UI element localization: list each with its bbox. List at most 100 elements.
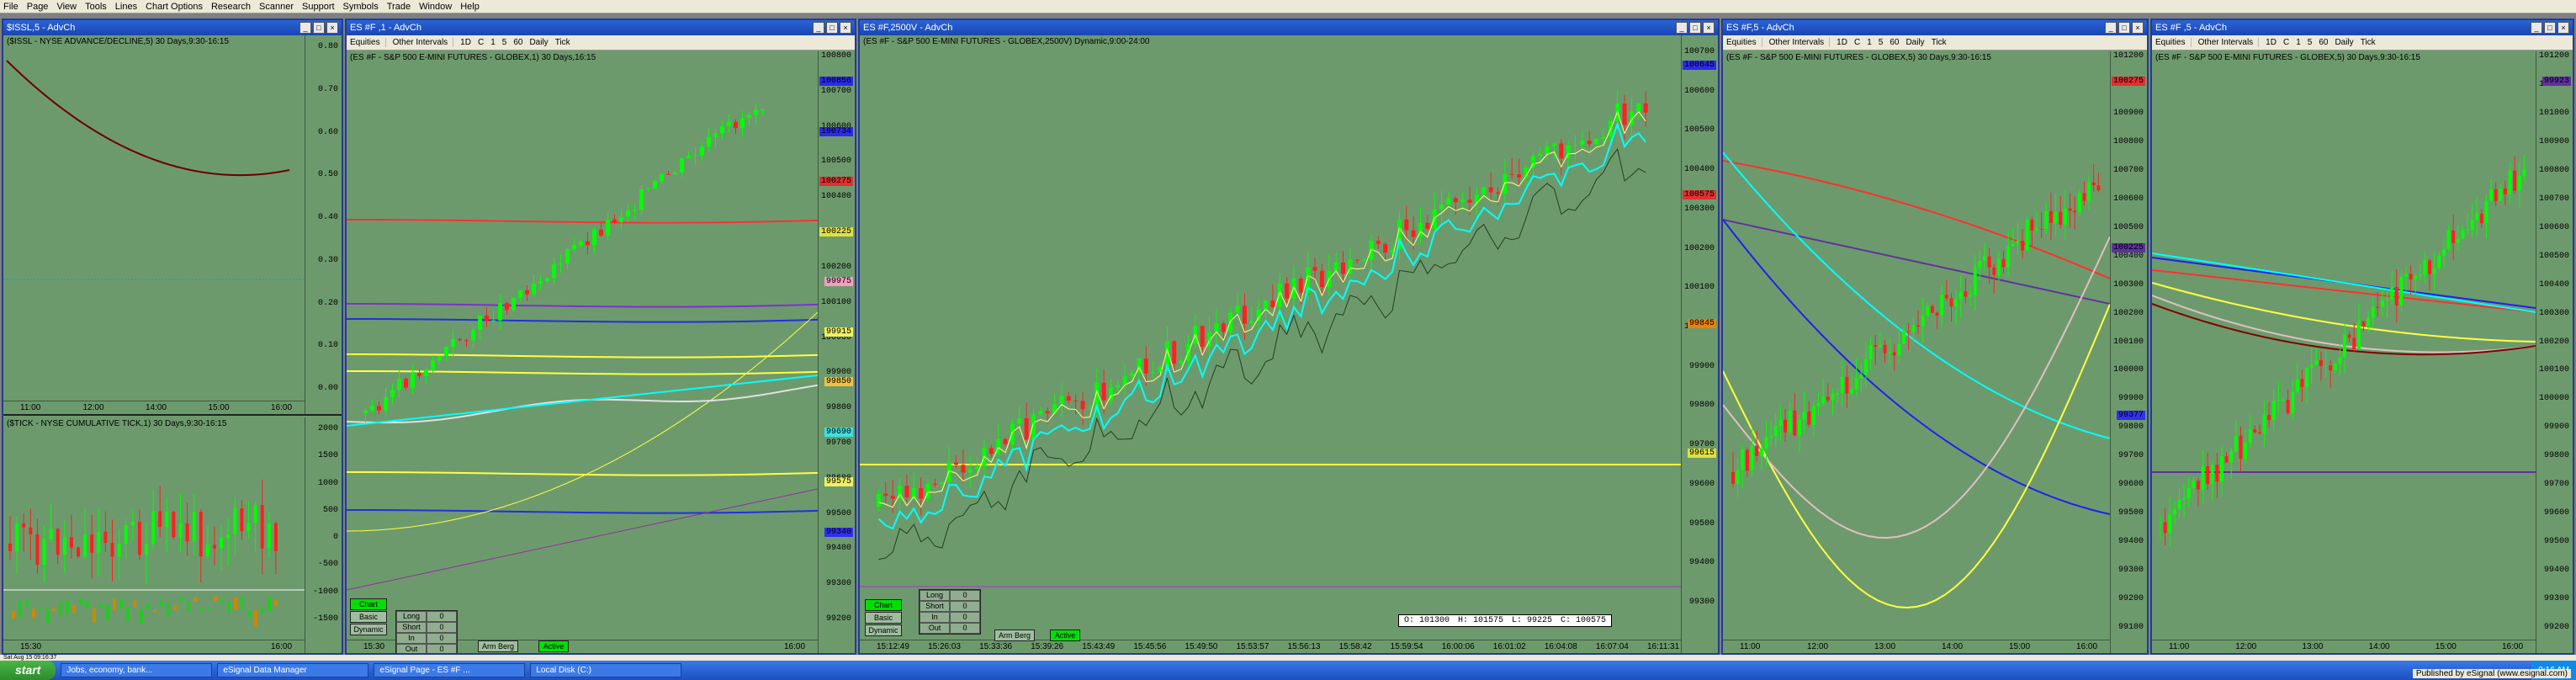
menu-item-trade[interactable]: Trade xyxy=(387,2,411,12)
candle-body xyxy=(946,462,951,483)
maximize-icon[interactable]: □ xyxy=(313,22,325,34)
window-title-bar[interactable]: ES #F ,1 - AdvCh _ □ × xyxy=(347,20,855,35)
interval-tick[interactable]: Tick xyxy=(1932,38,1947,47)
close-icon[interactable]: × xyxy=(326,22,338,34)
interval-60[interactable]: 60 xyxy=(513,38,522,47)
candle-body xyxy=(2513,170,2517,191)
interval-daily[interactable]: Daily xyxy=(2335,38,2353,47)
arm-berg-button[interactable]: Arm Berg xyxy=(994,630,1035,641)
menu-item-help[interactable]: Help xyxy=(460,2,480,12)
candle-body xyxy=(2077,193,2081,213)
equities-dropdown[interactable]: Equities xyxy=(2155,38,2192,47)
dynamic-button[interactable]: Dynamic xyxy=(350,624,387,635)
menu-item-chart-options[interactable]: Chart Options xyxy=(146,2,203,12)
menu-item-window[interactable]: Window xyxy=(419,2,452,12)
interval-1[interactable]: 1 xyxy=(2296,38,2301,47)
menu-item-support[interactable]: Support xyxy=(302,2,335,12)
scale-tick-label: 99300 xyxy=(2118,566,2144,576)
interval-5[interactable]: 5 xyxy=(1879,38,1884,47)
candle-body xyxy=(2423,260,2427,276)
window-title-bar[interactable]: $ISSL,5 - AdvCh _ □ × xyxy=(3,20,342,35)
scale-tick-label: 100000 xyxy=(2538,394,2569,404)
interval-1[interactable]: 1 xyxy=(1867,38,1872,47)
other-intervals-dropdown[interactable]: Other Intervals xyxy=(1769,38,1831,47)
candle-body xyxy=(518,290,522,298)
interval-tick[interactable]: Tick xyxy=(555,38,570,47)
equities-dropdown[interactable]: Equities xyxy=(1726,38,1762,47)
minimize-icon[interactable]: _ xyxy=(299,22,311,34)
candle-body xyxy=(639,189,644,210)
minimize-icon[interactable]: _ xyxy=(1676,22,1688,34)
menu-item-symbols[interactable]: Symbols xyxy=(343,2,379,12)
window-title-bar[interactable]: ES #F,2500V - AdvCh _ □ × xyxy=(860,20,1718,35)
menu-item-view[interactable]: View xyxy=(56,2,77,12)
taskbar-item-data-manager[interactable]: eSignal Data Manager xyxy=(217,663,369,677)
menu-item-page[interactable]: Page xyxy=(27,2,49,12)
interval-5[interactable]: 5 xyxy=(2308,38,2313,47)
maximize-icon[interactable]: □ xyxy=(1689,22,1701,34)
active-button[interactable]: Active xyxy=(1050,630,1080,641)
position-cell: 0 xyxy=(950,601,980,612)
menu-item-file[interactable]: File xyxy=(3,2,19,12)
menu-item-tools[interactable]: Tools xyxy=(85,2,107,12)
taskbar-item-local-disk[interactable]: Local Disk (C:) xyxy=(530,663,682,677)
scale-tick-label: 0.70 xyxy=(317,84,338,94)
interval-60[interactable]: 60 xyxy=(2319,38,2328,47)
chart-button[interactable]: Chart xyxy=(865,599,902,611)
menu-item-scanner[interactable]: Scanner xyxy=(259,2,294,12)
dynamic-button[interactable]: Dynamic xyxy=(865,624,902,636)
taskbar-item-browser[interactable]: Jobs, economy, bank... xyxy=(61,663,213,677)
maximize-icon[interactable]: □ xyxy=(2118,22,2130,34)
other-intervals-dropdown[interactable]: Other Intervals xyxy=(2198,38,2260,47)
interval-c[interactable]: C xyxy=(478,38,484,47)
minimize-icon[interactable]: _ xyxy=(2105,22,2117,34)
candle-body xyxy=(1354,259,1360,261)
trailing-stop-line xyxy=(878,148,1646,560)
minimize-icon[interactable]: _ xyxy=(813,22,824,34)
window-title-bar[interactable]: ES #F ,5 - AdvCh _ □ × xyxy=(2152,20,2573,35)
close-icon[interactable]: × xyxy=(2132,22,2144,34)
candle-body xyxy=(2503,188,2507,194)
candle-body xyxy=(1949,298,1953,307)
interval-1[interactable]: 1 xyxy=(490,38,496,47)
other-intervals-dropdown[interactable]: Other Intervals xyxy=(393,38,454,47)
interval-toolbar: Equities Other Intervals 1D C 1 5 60 Dai… xyxy=(1723,35,2147,50)
start-button[interactable]: start xyxy=(0,661,56,680)
active-button[interactable]: Active xyxy=(538,640,569,652)
candle-body xyxy=(2399,276,2404,305)
candle-body xyxy=(151,511,156,545)
menu-item-research[interactable]: Research xyxy=(211,2,251,12)
taskbar-item-esignal-page[interactable]: eSignal Page - ES #F ... xyxy=(374,663,526,677)
interval-1d[interactable]: 1D xyxy=(2266,38,2277,47)
equities-dropdown[interactable]: Equities xyxy=(350,38,386,47)
candle-body xyxy=(451,338,455,348)
close-icon[interactable]: × xyxy=(2557,22,2569,34)
chart-window-advance-decline: $ISSL,5 - AdvCh _ □ × ($ISSL - NYSE ADVA… xyxy=(2,19,343,655)
price-plot xyxy=(2152,154,2536,547)
window-title-bar[interactable]: ES #F,5 - AdvCh _ □ × xyxy=(1723,20,2147,35)
minimize-icon[interactable]: _ xyxy=(2531,22,2542,34)
interval-c[interactable]: C xyxy=(2283,38,2289,47)
candle-body xyxy=(2404,274,2408,277)
close-icon[interactable]: × xyxy=(1703,22,1715,34)
arm-berg-button[interactable]: Arm Berg xyxy=(478,640,518,652)
interval-tick[interactable]: Tick xyxy=(2361,38,2376,47)
menu-item-lines[interactable]: Lines xyxy=(115,2,137,12)
chart-button[interactable]: Chart xyxy=(350,598,387,610)
interval-5[interactable]: 5 xyxy=(502,38,507,47)
basic-button[interactable]: Basic xyxy=(865,612,902,624)
interval-c[interactable]: C xyxy=(1854,38,1860,47)
interval-1d[interactable]: 1D xyxy=(460,38,471,47)
interval-daily[interactable]: Daily xyxy=(529,38,548,47)
interval-1d[interactable]: 1D xyxy=(1837,38,1847,47)
candle-body xyxy=(633,210,637,211)
interval-60[interactable]: 60 xyxy=(1890,38,1899,47)
close-icon[interactable]: × xyxy=(840,22,851,34)
maximize-icon[interactable]: □ xyxy=(2544,22,2556,34)
maximize-icon[interactable]: □ xyxy=(826,22,838,34)
close-value: C: 100575 xyxy=(1561,616,1607,625)
basic-button[interactable]: Basic xyxy=(350,611,387,623)
candle-body xyxy=(1200,326,1205,347)
scale-tick-label: 100200 xyxy=(1683,243,1715,253)
interval-daily[interactable]: Daily xyxy=(1905,38,1924,47)
